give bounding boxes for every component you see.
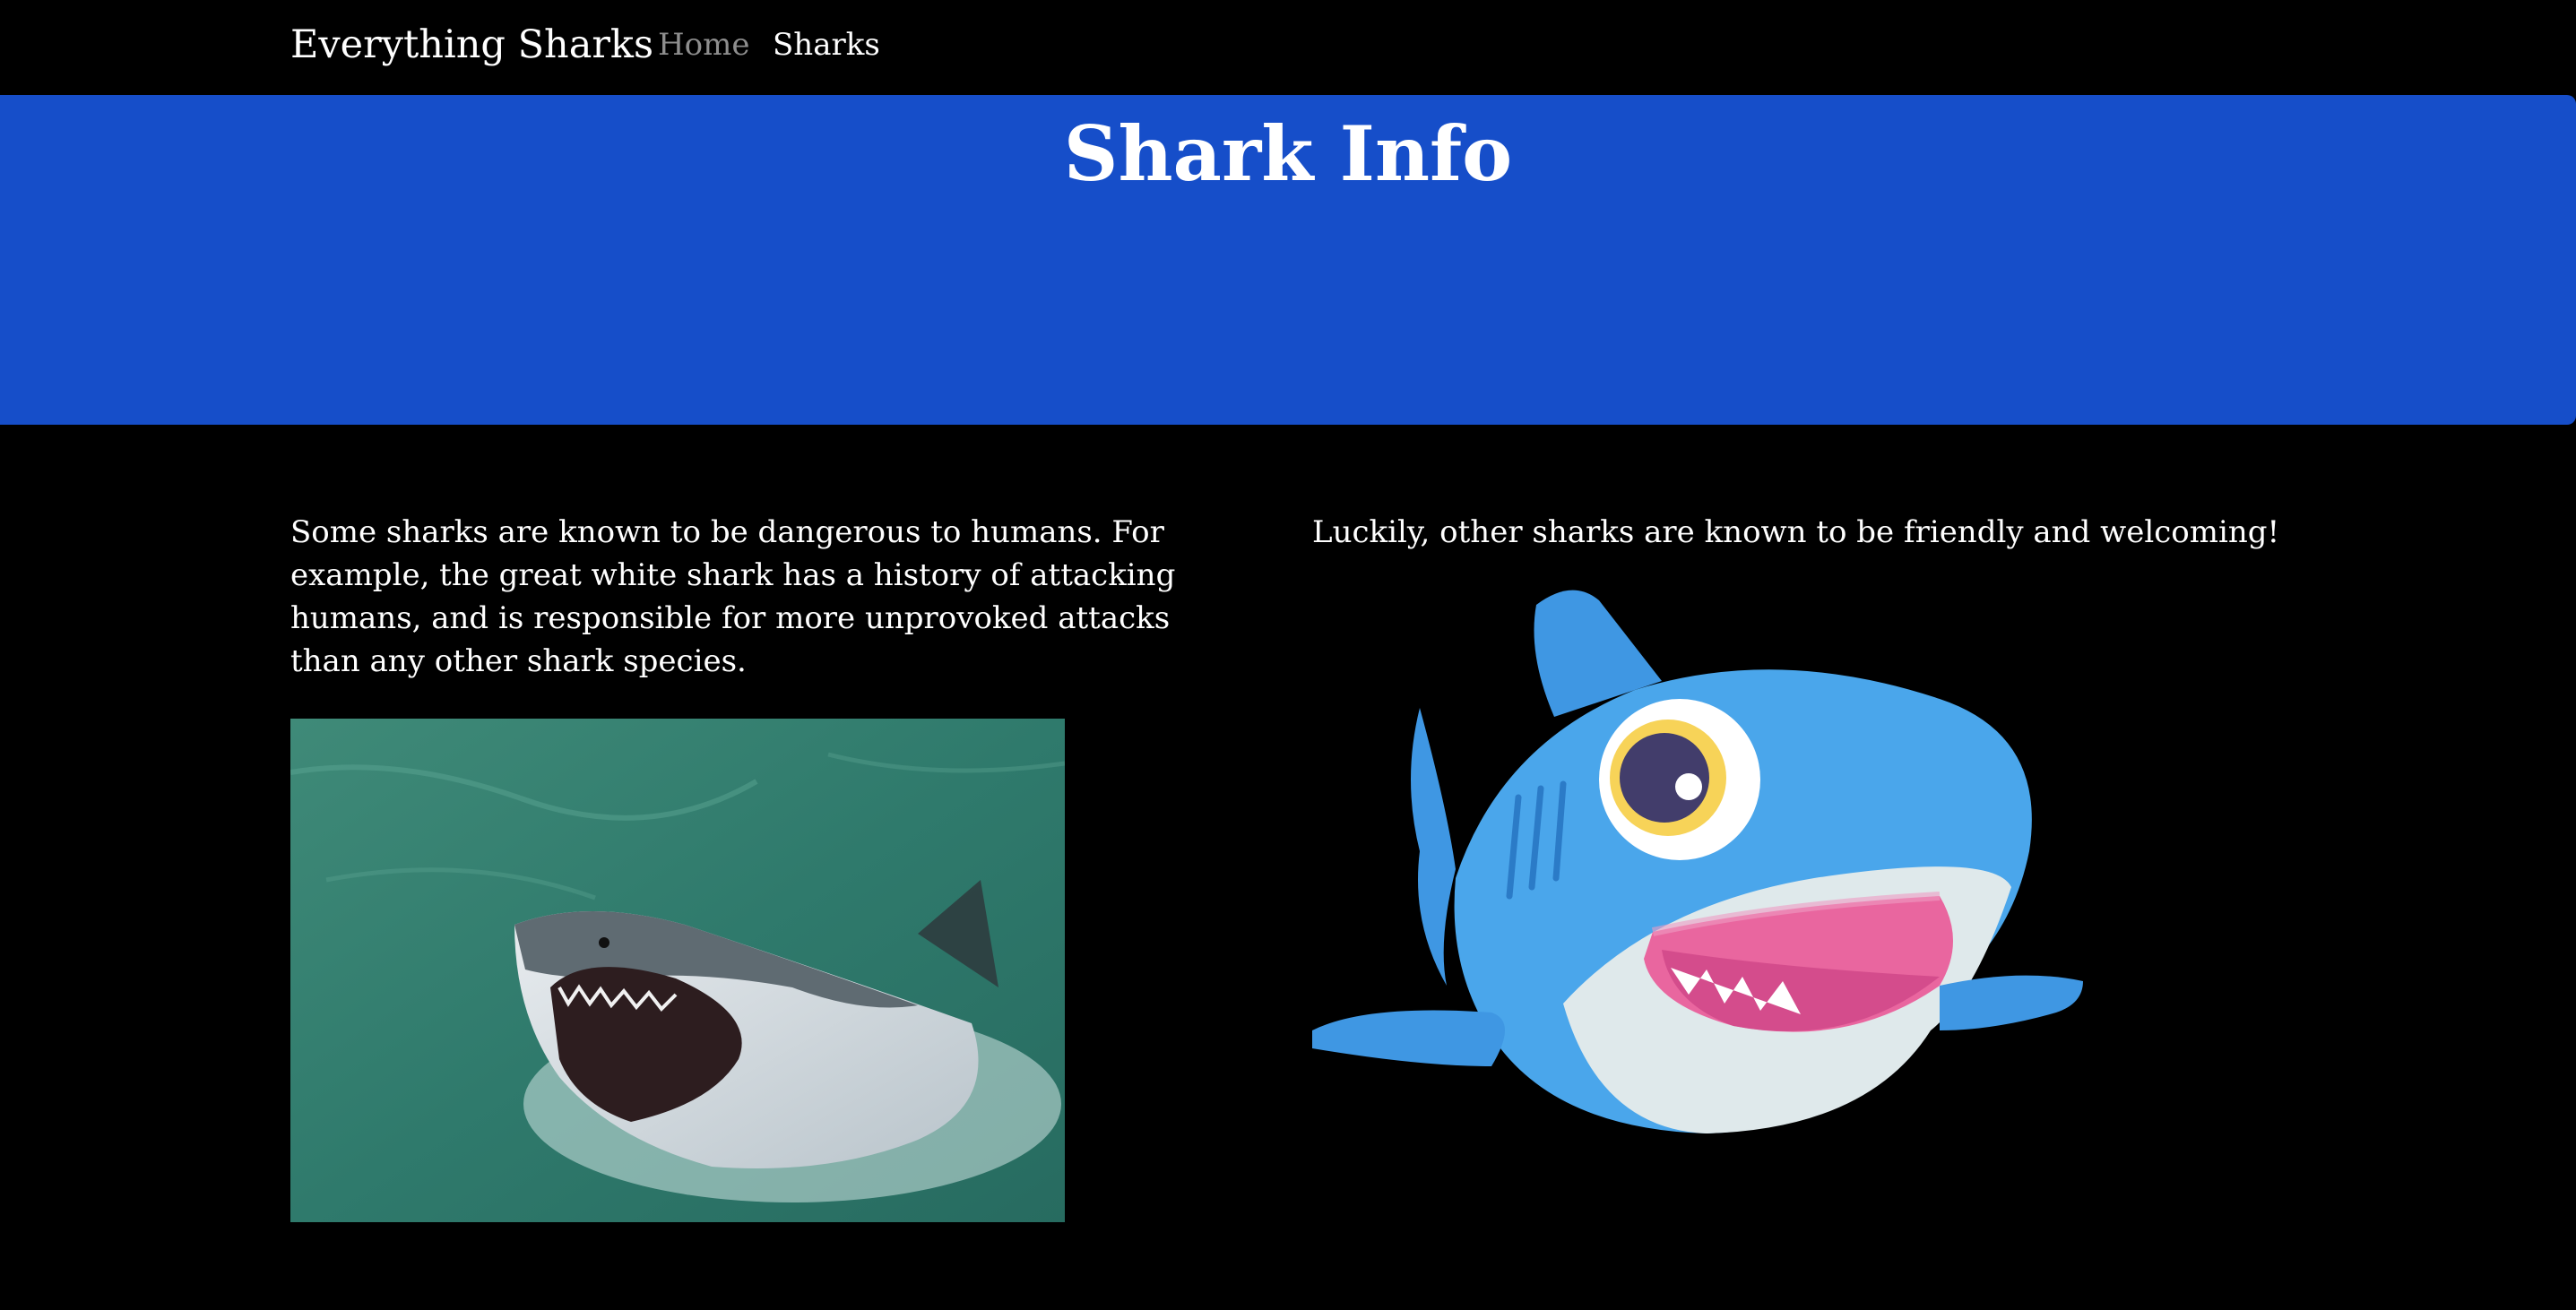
friendly-sharks-text: Luckily, other sharks are known to be fr… bbox=[1312, 514, 2280, 550]
right-column: Luckily, other sharks are known to be fr… bbox=[1312, 511, 2298, 554]
brand-link[interactable]: Everything Sharks bbox=[290, 20, 653, 70]
dangerous-sharks-text: Some sharks are known to be dangerous to… bbox=[290, 514, 1176, 679]
cartoon-shark-illustration bbox=[1312, 582, 2092, 1147]
nav-link-sharks[interactable]: Sharks bbox=[773, 25, 880, 65]
nav-link-home[interactable]: Home bbox=[658, 25, 749, 65]
page-title: Shark Info bbox=[1063, 109, 1513, 198]
left-column: Some sharks are known to be dangerous to… bbox=[290, 511, 1240, 683]
navbar: Everything Sharks Home Sharks bbox=[0, 0, 2576, 95]
great-white-shark-photo bbox=[290, 719, 1065, 1222]
